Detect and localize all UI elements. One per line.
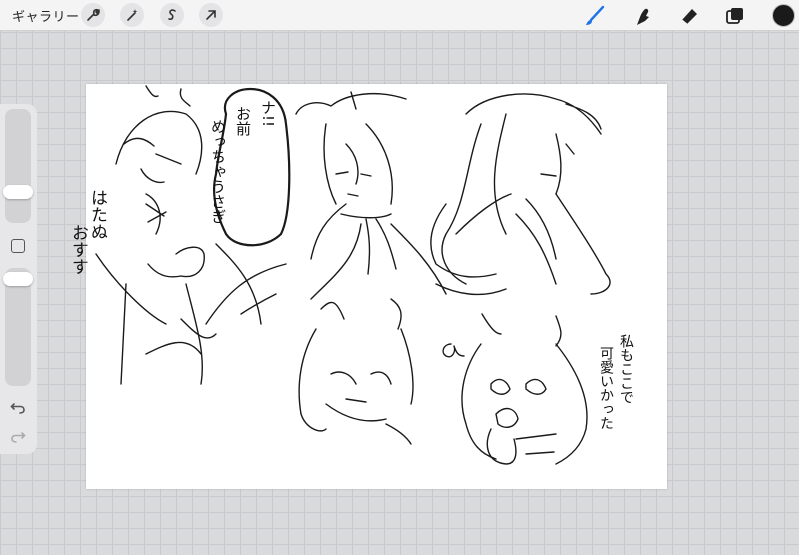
opacity-handle[interactable] [3,272,33,286]
smudge-finger-icon [637,8,649,26]
redo-button[interactable] [10,428,26,448]
brush-size-handle[interactable] [3,185,33,199]
wrench-icon [87,8,100,21]
layers-icon [726,8,743,24]
bubble-text-2: お前 [234,106,252,136]
sketch-artwork [95,85,611,465]
arrow-cursor-icon [206,10,216,20]
modify-button[interactable] [11,239,25,253]
gallery-button[interactable]: ギャラリー [12,6,80,25]
left-sidebar [0,104,37,454]
right-text-2: 可愛いかった [598,346,614,430]
bubble-text-1: ナ!! [259,100,277,128]
undo-icon [10,403,25,414]
right-text-1: 私もここで [618,334,634,404]
magic-wand-icon [127,9,138,21]
left-text-1: はたぬ [87,189,107,240]
drawing-canvas[interactable]: ナ!! お前 めっちゃうさぎ はたぬ おすす 私もここで 可愛いかった [68,84,667,489]
color-picker-button[interactable] [772,4,795,27]
selection-button[interactable] [160,3,184,27]
layers-button[interactable] [722,3,748,29]
undo-button[interactable] [10,399,26,419]
selection-s-icon [168,9,176,20]
brush-icon [586,5,605,25]
top-toolbar: ギャラリー [0,0,799,31]
eraser-icon [681,9,697,25]
transform-button[interactable] [199,3,223,27]
smudge-tool-button[interactable] [629,3,655,29]
opacity-slider[interactable] [3,268,33,386]
left-text-2: おすす [68,224,88,275]
bubble-text-3: めっちゃうさぎ [209,119,227,224]
adjustments-button[interactable] [120,3,144,27]
brush-tool-button[interactable] [582,3,608,29]
brush-size-slider[interactable] [3,109,33,223]
actions-button[interactable] [81,3,105,27]
eraser-tool-button[interactable] [676,3,702,29]
redo-icon [11,432,26,443]
